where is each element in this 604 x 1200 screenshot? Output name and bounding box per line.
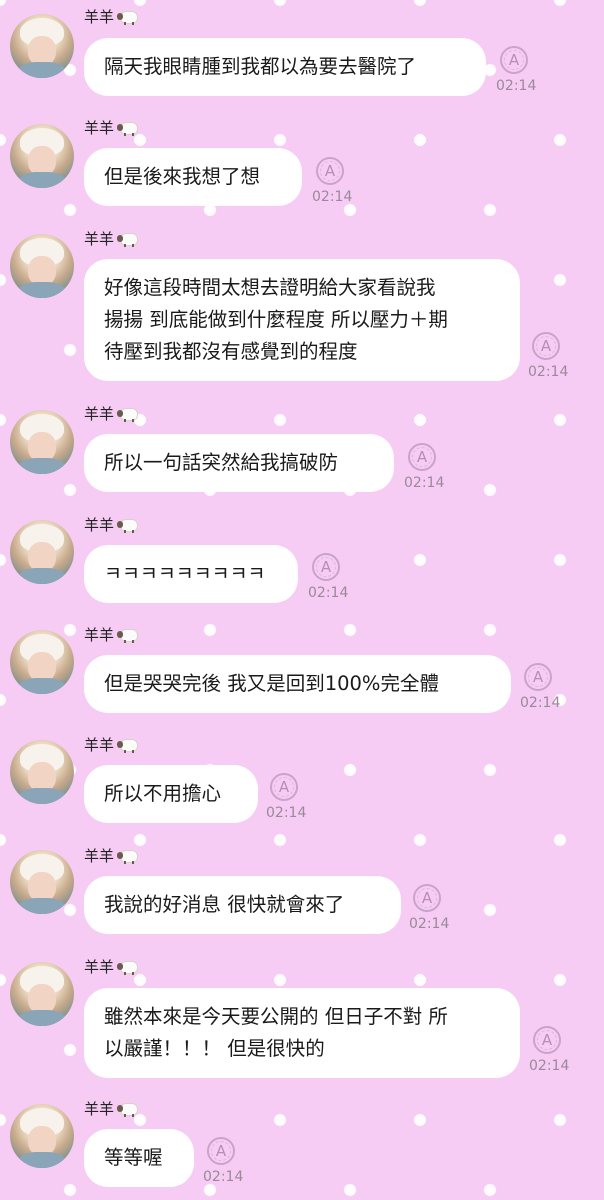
auto-translate-icon[interactable]: A [413,884,441,912]
sender-name-label: 羊羊 [84,230,115,248]
message-meta: A 02:14 [404,443,452,495]
message-meta: A 02:14 [409,884,457,936]
sender-name-label: 羊羊 [84,516,115,534]
auto-translate-icon[interactable]: A [312,553,340,581]
sheep-icon [117,737,139,753]
message-meta: A 02:14 [496,46,544,98]
message-bubble[interactable]: 等等喔 [84,1129,194,1187]
message-time: 02:14 [528,364,569,380]
message-time: 02:14 [203,1169,244,1185]
sheep-icon [117,517,139,533]
message-time: 02:14 [409,916,450,932]
sender-name-label: 羊羊 [84,736,115,754]
sender-name: 羊羊 [84,403,139,425]
message-meta: A 02:14 [528,332,576,384]
sender-name-label: 羊羊 [84,119,115,137]
avatar[interactable] [10,850,74,914]
auto-translate-icon[interactable]: A [207,1137,235,1165]
message-time: 02:14 [266,805,307,821]
sender-name: 羊羊 [84,6,139,28]
message-meta: A 02:14 [529,1026,577,1078]
avatar[interactable] [10,14,74,78]
avatar[interactable] [10,630,74,694]
message-meta: A 02:14 [266,773,314,825]
sender-name-label: 羊羊 [84,8,115,26]
message-bubble[interactable]: 但是哭哭完後 我又是回到100%完全體 [84,655,511,713]
message-time: 02:14 [529,1058,570,1074]
avatar[interactable] [10,410,74,474]
avatar[interactable] [10,520,74,584]
auto-translate-icon[interactable]: A [408,443,436,471]
message-bubble[interactable]: 隔天我眼睛腫到我都以為要去醫院了 [84,38,486,96]
message-bubble[interactable]: 雖然本來是今天要公開的 但日子不對 所 以嚴謹！！！ 但是很快的 [84,988,520,1078]
message-meta: A 02:14 [203,1137,251,1189]
avatar[interactable] [10,740,74,804]
sender-name-label: 羊羊 [84,405,115,423]
sender-name: 羊羊 [84,117,139,139]
sheep-icon [117,959,139,975]
message-bubble[interactable]: 我說的好消息 很快就會來了 [84,876,401,934]
sheep-icon [117,1101,139,1117]
message-time: 02:14 [404,475,445,491]
message-meta: A 02:14 [520,663,568,715]
message-bubble[interactable]: ㅋㅋㅋㅋㅋㅋㅋㅋㅋ [84,545,298,603]
sheep-icon [117,406,139,422]
message-bubble[interactable]: 所以一句話突然給我搞破防 [84,434,394,492]
avatar[interactable] [10,1104,74,1168]
avatar[interactable] [10,124,74,188]
chat-area[interactable]: 羊羊 隔天我眼睛腫到我都以為要去醫院了 A 02:14 羊羊 但是後來我想了想 A… [0,0,604,1200]
auto-translate-icon[interactable]: A [532,332,560,360]
sender-name: 羊羊 [84,624,139,646]
avatar[interactable] [10,234,74,298]
message-bubble[interactable]: 但是後來我想了想 [84,148,302,206]
sheep-icon [117,120,139,136]
auto-translate-icon[interactable]: A [533,1026,561,1054]
sender-name-label: 羊羊 [84,626,115,644]
auto-translate-icon[interactable]: A [270,773,298,801]
sheep-icon [117,848,139,864]
sender-name: 羊羊 [84,1098,139,1120]
sender-name-label: 羊羊 [84,847,115,865]
message-time: 02:14 [312,189,353,205]
avatar[interactable] [10,962,74,1026]
sheep-icon [117,231,139,247]
sheep-icon [117,9,139,25]
message-time: 02:14 [496,78,537,94]
sender-name: 羊羊 [84,514,139,536]
message-meta: A 02:14 [308,553,356,605]
sheep-icon [117,627,139,643]
sender-name: 羊羊 [84,228,139,250]
message-meta: A 02:14 [312,157,360,209]
message-time: 02:14 [308,585,349,601]
message-bubble[interactable]: 好像這段時間太想去證明給大家看說我 揚揚 到底能做到什麼程度 所以壓力＋期 待壓… [84,259,520,381]
sender-name-label: 羊羊 [84,1100,115,1118]
auto-translate-icon[interactable]: A [316,157,344,185]
sender-name: 羊羊 [84,845,139,867]
auto-translate-icon[interactable]: A [524,663,552,691]
sender-name-label: 羊羊 [84,958,115,976]
message-bubble[interactable]: 所以不用擔心 [84,765,258,823]
sender-name: 羊羊 [84,734,139,756]
message-time: 02:14 [520,695,561,711]
auto-translate-icon[interactable]: A [500,46,528,74]
sender-name: 羊羊 [84,956,139,978]
